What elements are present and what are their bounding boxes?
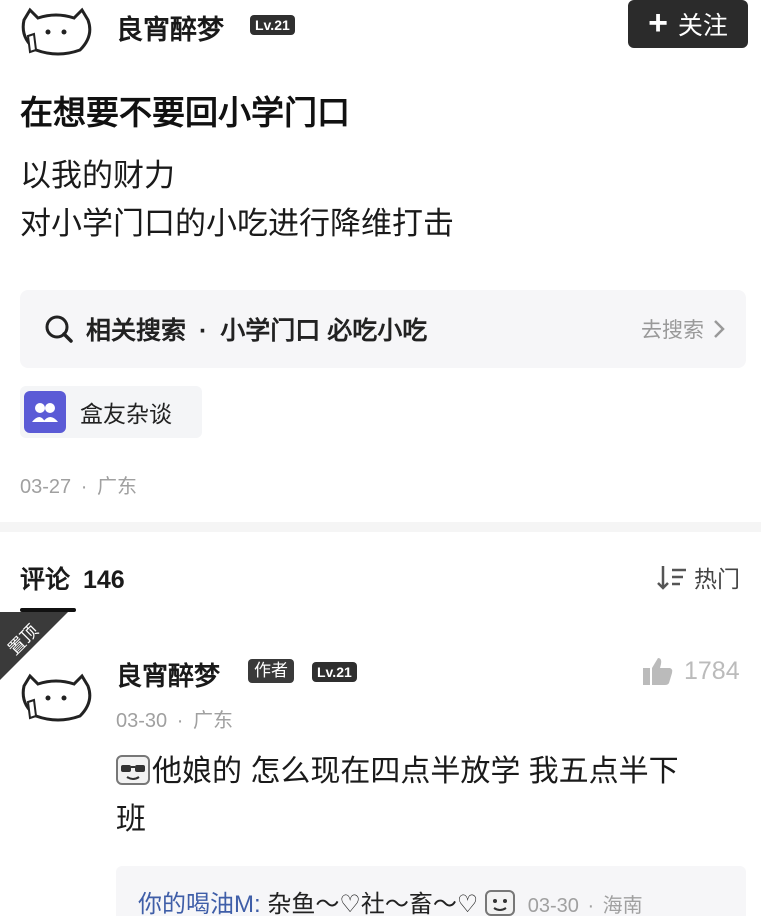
reply-text: 杂鱼～♡社～畜～♡: [267, 891, 479, 916]
author-avatar[interactable]: [18, 6, 94, 58]
related-search-label: 相关搜索 · 小学门口 必吃小吃: [86, 317, 428, 345]
follow-label: 关注: [677, 12, 728, 40]
level-badge: Lv.21: [250, 15, 295, 35]
follow-button[interactable]: + 关注: [628, 0, 748, 48]
topic-label: 盒友杂谈: [80, 401, 172, 427]
post-body-line: 以我的财力: [20, 158, 175, 193]
comment-location: 广东: [192, 710, 233, 732]
cat-avatar-icon: [21, 673, 92, 722]
comment-text: 他娘的 怎么现在四点半放学 我五点半下 班: [116, 748, 736, 844]
related-search-bar[interactable]: 相关搜索 · 小学门口 必吃小吃 去搜索: [20, 290, 746, 368]
plus-icon: +: [648, 3, 668, 42]
post-title: 在想要不要回小学门口: [20, 94, 350, 131]
comment-date: 03-30: [116, 710, 168, 732]
post-body: 以我的财力 对小学门口的小吃进行降维打击: [20, 152, 454, 248]
author-tag-badge: 作者: [248, 659, 294, 683]
face-emoji-icon: [485, 890, 516, 916]
chevron-right-icon: [714, 320, 725, 338]
post-date: 03-27: [20, 476, 72, 498]
post-meta: 03-27 · 广东: [20, 476, 137, 498]
cat-avatar-icon: [21, 7, 92, 56]
group-icon: [24, 391, 66, 433]
comment-author-name[interactable]: 良宵醉梦: [116, 656, 220, 693]
reply-meta: 03-30 · 海南: [527, 895, 643, 916]
comments-tab[interactable]: 评论 146: [20, 560, 125, 596]
comment-meta: 03-30 · 广东: [116, 710, 233, 732]
topic-tag[interactable]: 盒友杂谈: [20, 386, 202, 438]
sort-hot-button[interactable]: 热门: [656, 560, 740, 594]
level-badge: Lv.21: [312, 662, 357, 682]
comment-text-line: 他娘的 怎么现在四点半放学 我五点半下: [152, 755, 679, 788]
search-icon: [45, 315, 73, 343]
like-button[interactable]: 1784: [642, 656, 740, 686]
reply-username[interactable]: 你的喝油M:: [138, 891, 261, 916]
post-author-name[interactable]: 良宵醉梦: [116, 8, 224, 47]
comment-avatar[interactable]: [18, 672, 94, 724]
section-divider: [0, 522, 761, 532]
reply-preview[interactable]: 你的喝油M: 杂鱼～♡社～畜～♡ 03-30 · 海南: [116, 866, 746, 916]
sort-icon: [657, 566, 686, 590]
like-count: 1784: [684, 656, 740, 685]
sunglasses-emoji-icon: [116, 755, 150, 785]
go-search-link[interactable]: 去搜索: [641, 314, 726, 344]
post-location: 广东: [96, 476, 137, 498]
comment-text-line: 班: [116, 803, 146, 836]
post-body-line: 对小学门口的小吃进行降维打击: [20, 206, 454, 241]
thumbs-up-icon: [643, 658, 673, 685]
